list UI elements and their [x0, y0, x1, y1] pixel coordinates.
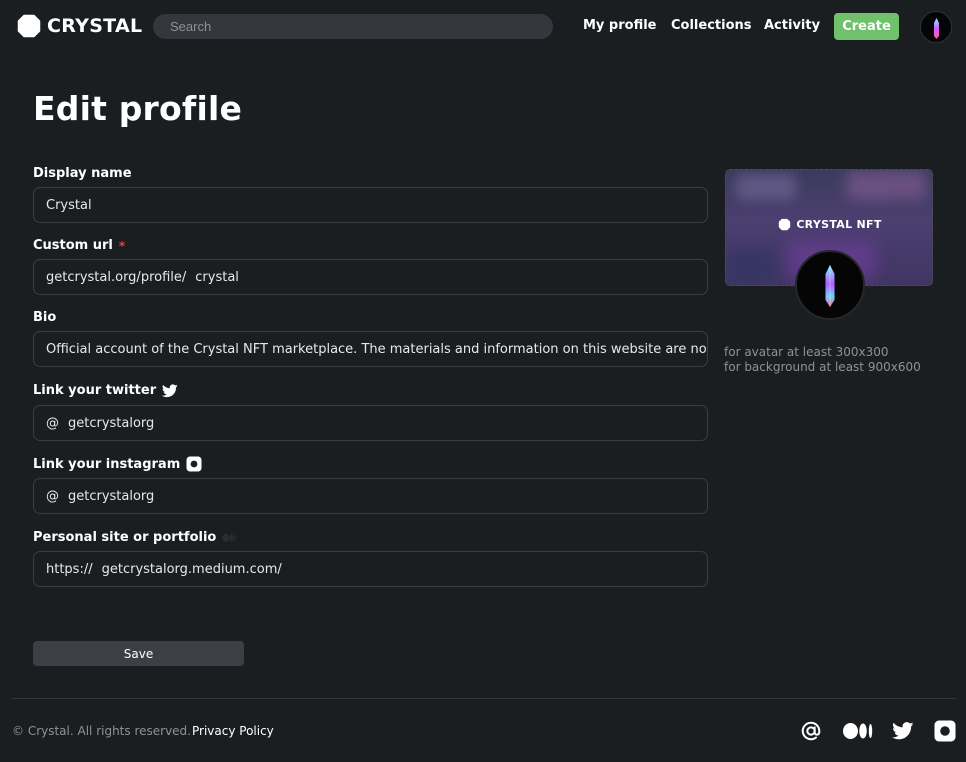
- crystal-avatar-icon: [825, 265, 835, 307]
- instagram-icon[interactable]: [933, 719, 957, 743]
- instagram-label: Link your instagram: [33, 456, 202, 472]
- copyright-text: © Crystal. All rights reserved.: [12, 724, 191, 738]
- twitter-label: Link your twitter: [33, 383, 178, 398]
- twitter-icon[interactable]: [891, 719, 915, 743]
- instagram-prefix: @: [46, 488, 59, 504]
- cover-blur-shape: [736, 174, 796, 200]
- brand-name: CRYSTAL: [47, 15, 143, 37]
- display-name-field[interactable]: Crystal: [33, 187, 708, 223]
- bio-field[interactable]: Official account of the Crystal NFT mark…: [33, 331, 708, 367]
- instagram-icon: [186, 456, 202, 472]
- save-button[interactable]: Save: [33, 641, 244, 666]
- crystal-logo-icon: [779, 218, 791, 231]
- display-name-value: Crystal: [46, 197, 92, 213]
- search-input[interactable]: [153, 14, 553, 39]
- avatar-image-upload[interactable]: [795, 250, 865, 320]
- medium-icon: [222, 533, 236, 543]
- site-prefix: https://: [46, 561, 93, 577]
- display-name-label: Display name: [33, 166, 132, 181]
- url-prefix: getcrystal.org/profile/: [46, 269, 187, 285]
- twitter-icon: [162, 383, 178, 398]
- top-navbar: CRYSTAL My profile Collections Activity …: [0, 0, 966, 52]
- crystal-avatar-icon: [934, 18, 939, 39]
- required-asterisk: *: [118, 238, 126, 253]
- cover-brand: CRYSTAL NFT: [726, 218, 932, 231]
- instagram-label-text: Link your instagram: [33, 456, 181, 472]
- custom-url-label-text: Custom url: [33, 238, 113, 253]
- user-avatar[interactable]: [920, 11, 952, 43]
- create-button[interactable]: Create: [834, 13, 899, 40]
- privacy-policy-link[interactable]: Privacy Policy: [192, 724, 274, 738]
- page-title: Edit profile: [33, 89, 243, 128]
- site-label: Personal site or portfolio: [33, 530, 236, 545]
- site-value: getcrystalorg.medium.com/: [101, 561, 282, 577]
- bio-label-text: Bio: [33, 310, 57, 325]
- cover-blur-shape: [726, 250, 776, 280]
- custom-url-field[interactable]: getcrystal.org/profile/ crystal: [33, 259, 708, 295]
- instagram-field[interactable]: @ getcrystalorg: [33, 478, 708, 514]
- display-name-label-text: Display name: [33, 166, 132, 181]
- avatar-size-hint: for avatar at least 300x300: [724, 345, 889, 359]
- site-field[interactable]: https:// getcrystalorg.medium.com/: [33, 551, 708, 587]
- brand-logo[interactable]: CRYSTAL: [17, 13, 142, 39]
- nav-my-profile[interactable]: My profile: [583, 18, 657, 33]
- twitter-prefix: @: [46, 415, 59, 431]
- crystal-logo-icon: [17, 14, 41, 38]
- nav-activity[interactable]: Activity: [764, 18, 820, 33]
- cover-blur-shape: [846, 170, 926, 200]
- twitter-label-text: Link your twitter: [33, 383, 157, 398]
- custom-url-value: crystal: [195, 269, 239, 285]
- twitter-field[interactable]: @ getcrystalorg: [33, 405, 708, 441]
- cover-brand-text: CRYSTAL NFT: [796, 218, 882, 231]
- bio-label: Bio: [33, 310, 56, 325]
- bio-value: Official account of the Crystal NFT mark…: [46, 341, 708, 357]
- medium-icon[interactable]: [843, 719, 873, 743]
- twitter-value: getcrystalorg: [68, 415, 155, 431]
- background-size-hint: for background at least 900x600: [724, 360, 921, 374]
- site-label-text: Personal site or portfolio: [33, 530, 217, 545]
- nav-collections[interactable]: Collections: [671, 18, 752, 33]
- footer-divider: [12, 698, 956, 699]
- at-icon[interactable]: [799, 719, 823, 743]
- custom-url-label: Custom url *: [33, 238, 125, 253]
- instagram-value: getcrystalorg: [68, 488, 155, 504]
